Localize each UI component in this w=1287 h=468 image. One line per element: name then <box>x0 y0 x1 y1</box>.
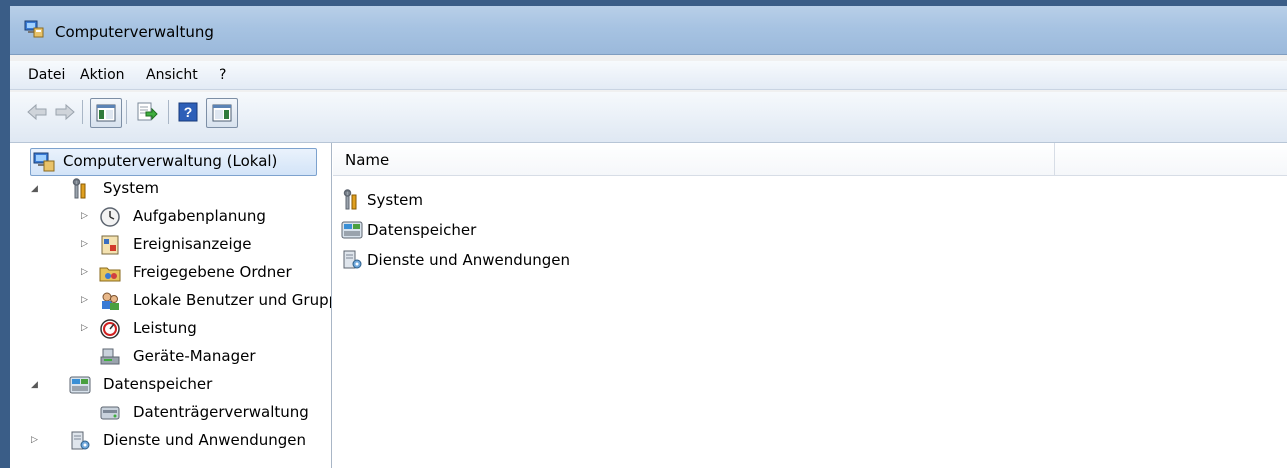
list-item-label: Datenspeicher <box>367 221 477 239</box>
expand-arrow-icon[interactable]: ▷ <box>81 239 93 251</box>
tree-item-root[interactable]: Computerverwaltung (Lokal) <box>30 148 317 176</box>
menu-datei[interactable]: Datei <box>28 67 65 83</box>
list-item-label: System <box>367 191 423 209</box>
computer-management-icon <box>33 152 55 172</box>
expand-arrow-icon[interactable]: ▷ <box>81 295 93 307</box>
clock-icon <box>100 207 120 227</box>
tree-item-lokale-benutzer[interactable]: ▷ Lokale Benutzer und Gruppen <box>19 288 331 314</box>
toolbar: ? <box>10 92 1287 143</box>
expand-arrow-icon[interactable]: ▷ <box>81 211 93 223</box>
shared-folder-icon <box>99 267 121 282</box>
tree-label: Leistung <box>133 319 197 337</box>
tree-item-leistung[interactable]: ▷ Leistung <box>19 316 331 342</box>
list-item-system[interactable]: System <box>341 187 423 213</box>
performance-icon <box>100 319 120 339</box>
expand-arrow-icon[interactable]: ▷ <box>81 323 93 335</box>
forward-icon <box>55 103 75 121</box>
tree-label: Computerverwaltung (Lokal) <box>63 152 278 170</box>
tree-item-datentraegerverwaltung[interactable]: Datenträgerverwaltung <box>19 400 331 426</box>
list-item-label: Dienste und Anwendungen <box>367 251 571 269</box>
menu-bar: Datei Aktion Ansicht ? <box>10 61 1287 90</box>
menu-aktion[interactable]: Aktion <box>80 67 125 83</box>
svg-text:?: ? <box>184 104 193 120</box>
detail-pane[interactable]: Name System Datenspeicher Dienste und An… <box>333 143 1287 468</box>
disk-management-icon <box>100 406 120 420</box>
tree-label: Datenträgerverwaltung <box>133 403 309 421</box>
collapse-arrow-icon[interactable]: ◢ <box>31 184 43 196</box>
services-icon <box>343 250 362 269</box>
show-hide-action-pane-icon <box>212 104 232 122</box>
forward-button[interactable] <box>52 99 78 125</box>
tree-label: System <box>103 179 159 197</box>
toolbar-separator <box>82 100 83 124</box>
toolbar-separator <box>168 100 169 124</box>
tree-label: Aufgabenplanung <box>133 207 266 225</box>
show-hide-console-tree-button[interactable] <box>90 98 122 128</box>
tree-item-system[interactable]: ◢ System <box>19 176 331 202</box>
window-title: Computerverwaltung <box>55 23 214 41</box>
tree-item-geraete-manager[interactable]: Geräte-Manager <box>19 344 331 370</box>
users-icon <box>102 292 119 310</box>
event-viewer-icon <box>101 235 119 255</box>
title-bar[interactable]: Computerverwaltung <box>10 6 1287 55</box>
main-content: Computerverwaltung (Lokal) ◢ System ▷ Au… <box>10 143 1287 468</box>
column-header-row: Name <box>333 143 1287 176</box>
device-manager-icon <box>100 348 120 365</box>
show-hide-action-pane-button[interactable] <box>206 98 238 128</box>
tree-item-dienste[interactable]: ▷ Dienste und Anwendungen <box>19 428 331 454</box>
expand-arrow-icon[interactable]: ▷ <box>81 267 93 279</box>
menu-ansicht[interactable]: Ansicht <box>146 67 198 83</box>
tools-icon <box>72 178 86 199</box>
window: Computerverwaltung Datei Aktion Ansicht … <box>10 6 1287 468</box>
collapse-arrow-icon[interactable]: ◢ <box>31 380 43 392</box>
services-icon <box>71 431 90 450</box>
list-item-datenspeicher[interactable]: Datenspeicher <box>341 217 476 243</box>
tree-item-aufgabenplanung[interactable]: ▷ Aufgabenplanung <box>19 204 331 230</box>
tree-label: Ereignisanzeige <box>133 235 252 253</box>
tree-label: Freigegebene Ordner <box>133 263 292 281</box>
column-header-name[interactable]: Name <box>345 151 389 169</box>
tree-label: Lokale Benutzer und Gruppen <box>133 291 331 309</box>
tools-icon <box>343 189 357 210</box>
tree-item-datenspeicher[interactable]: ◢ Datenspeicher <box>19 372 331 398</box>
list-item-dienste[interactable]: Dienste und Anwendungen <box>341 247 570 273</box>
help-icon: ? <box>178 102 198 122</box>
expand-arrow-icon[interactable]: ▷ <box>31 435 43 447</box>
tree-label: Datenspeicher <box>103 375 213 393</box>
show-hide-console-tree-icon <box>96 104 116 122</box>
console-tree[interactable]: Computerverwaltung (Lokal) ◢ System ▷ Au… <box>19 143 332 468</box>
export-list-icon <box>137 102 158 121</box>
back-icon <box>27 103 47 121</box>
storage-icon <box>341 221 363 239</box>
tree-label: Dienste und Anwendungen <box>103 431 307 449</box>
computer-management-icon <box>24 20 44 38</box>
column-divider[interactable] <box>1054 143 1055 175</box>
toolbar-separator <box>126 100 127 124</box>
back-button[interactable] <box>24 99 50 125</box>
menu-help[interactable]: ? <box>219 67 226 83</box>
export-list-button[interactable] <box>133 99 161 125</box>
help-button[interactable]: ? <box>176 99 200 125</box>
tree-label: Geräte-Manager <box>133 347 256 365</box>
storage-icon <box>69 376 91 394</box>
tree-item-ereignisanzeige[interactable]: ▷ Ereignisanzeige <box>19 232 331 258</box>
tree-item-freigegebene-ordner[interactable]: ▷ Freigegebene Ordner <box>19 260 331 286</box>
